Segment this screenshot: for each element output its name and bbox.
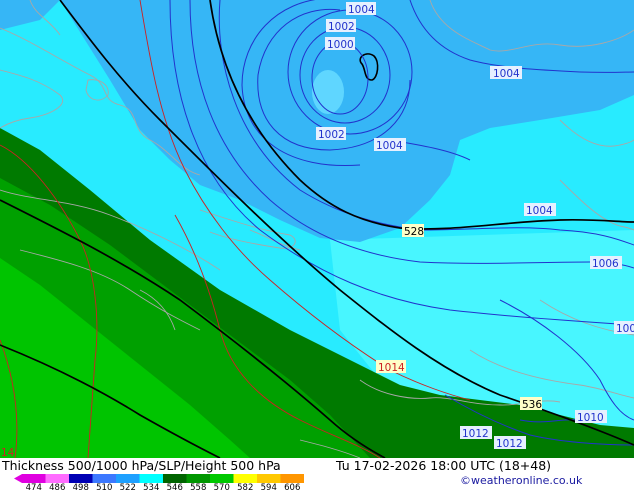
scale-tick-label: 546 (167, 483, 183, 490)
map-datetime: Tu 17-02-2026 18:00 UTC (18+48) (336, 458, 552, 473)
height-label-536: 536 (522, 399, 542, 411)
isobar-label-100-edge: 100 (616, 323, 634, 335)
isobar-label-1006: 1006 (592, 258, 619, 270)
scale-tick-label: 606 (284, 483, 300, 490)
isobar-label-1012-b: 1012 (496, 438, 523, 450)
scale-swatch (257, 474, 281, 483)
scale-swatch (186, 474, 210, 483)
isobar-label-1002-b: 1002 (318, 129, 345, 141)
credit-link[interactable]: ©weatheronline.co.uk (460, 474, 582, 487)
scale-swatch (69, 474, 93, 483)
scale-tick-label: 498 (73, 483, 89, 490)
scale-tick-label: 534 (143, 483, 159, 490)
scale-swatch (45, 474, 69, 483)
scale-tick-label: 486 (49, 483, 65, 490)
height-label-528: 528 (404, 226, 424, 238)
low-core (312, 70, 344, 114)
scale-tick-label: 594 (261, 483, 277, 490)
scale-swatch (210, 474, 234, 483)
scale-arrow-left (14, 474, 22, 483)
isobar-label-1004-d: 1004 (526, 205, 553, 217)
scale-swatch (92, 474, 116, 483)
scale-tick-label: 510 (96, 483, 112, 490)
scale-tick-label: 558 (190, 483, 206, 490)
isobar-label-14-edge: 14 (1, 447, 15, 458)
map-title: Thickness 500/1000 hPa/SLP/Height 500 hP… (2, 458, 281, 473)
isobar-label-1012-a: 1012 (462, 428, 489, 440)
isobar-label-1014: 1014 (378, 362, 405, 374)
scale-swatch (233, 474, 257, 483)
isobar-label-1004-c: 1004 (376, 140, 403, 152)
isobar-label-1004-a: 1004 (348, 4, 375, 16)
thickness-color-scale: 474 486 498 510 522 534 546 558 570 582 594 606 (14, 474, 304, 490)
scale-swatch (280, 474, 304, 483)
scale-tick-label: 582 (237, 483, 253, 490)
scale-swatch (163, 474, 187, 483)
scale-tick-label: 522 (120, 483, 136, 490)
isobar-label-1004-b: 1004 (493, 68, 520, 80)
scale-swatch (116, 474, 140, 483)
isobar-label-1010: 1010 (577, 412, 604, 424)
isobar-label-1000: 1000 (327, 39, 354, 51)
scale-tick-label: 474 (26, 483, 42, 490)
scale-tick-label: 570 (214, 483, 230, 490)
isobar-label-1002-a: 1002 (328, 21, 355, 33)
weather-map: 1004 1002 1000 1004 1002 1004 1004 1006 … (0, 0, 634, 458)
scale-swatch (22, 474, 46, 483)
scale-swatch (139, 474, 163, 483)
